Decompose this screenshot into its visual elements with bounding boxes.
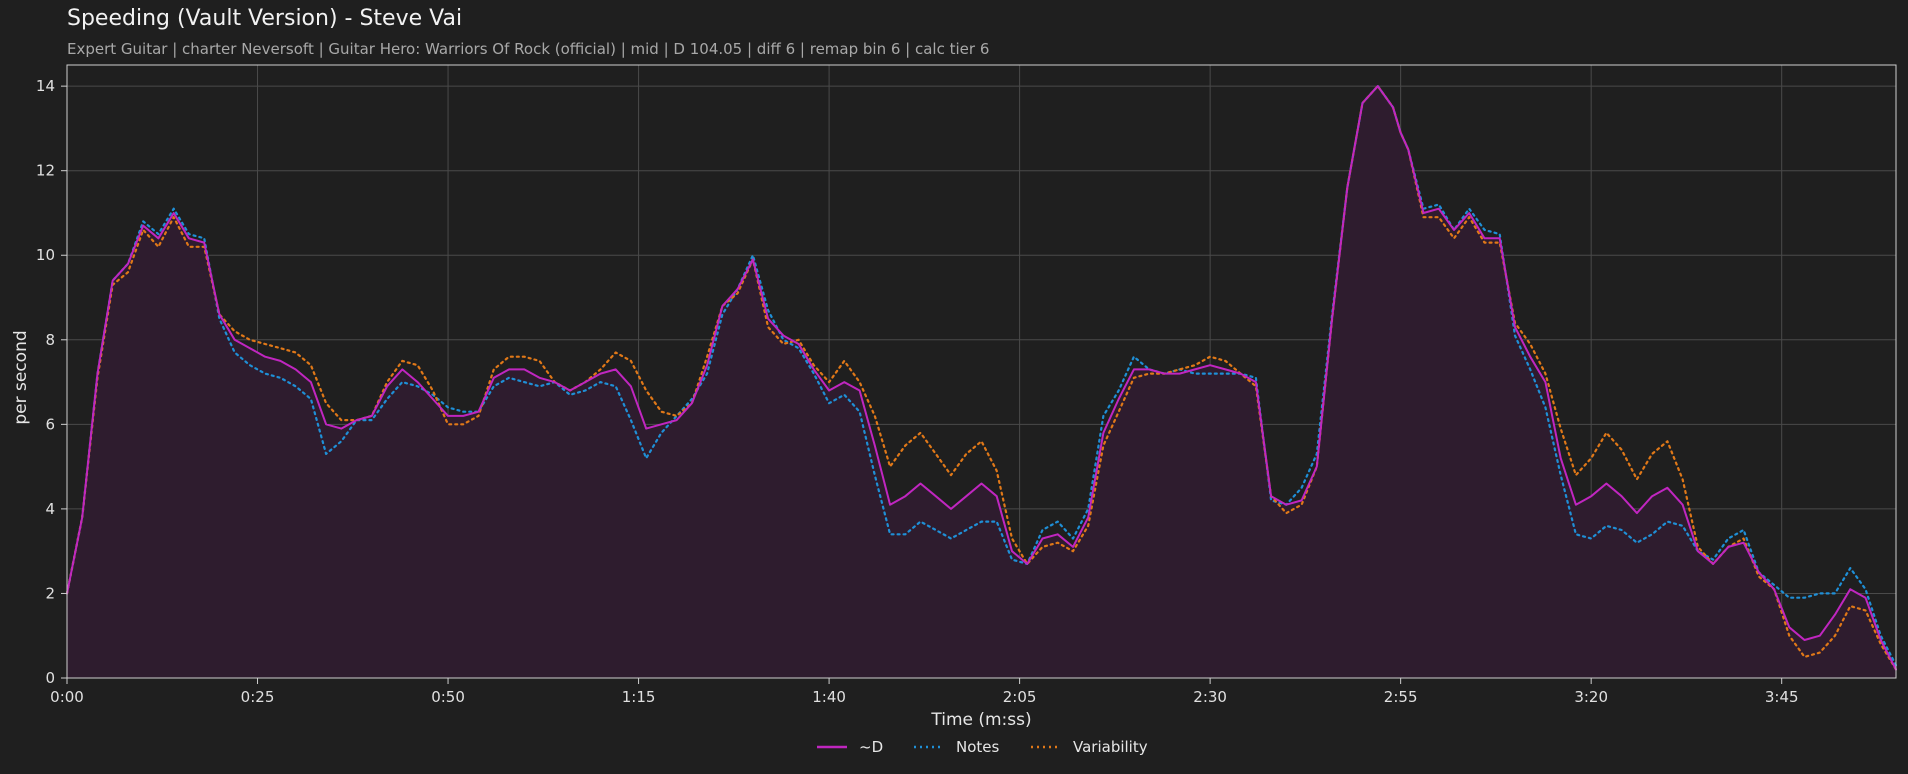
y-tick-label: 6 xyxy=(45,415,55,433)
chart-svg: 0:00 0:25 0:50 1:15 1:40 2:05 2:30 2:55 3:20 3:45… xyxy=(11,64,1898,756)
x-tick-label: 2:55 xyxy=(1384,688,1418,706)
x-tick-label: 0:50 xyxy=(431,688,465,706)
legend: ~D Notes Variability xyxy=(817,738,1148,756)
area-under-d xyxy=(67,86,1896,679)
y-axis-ticks: 0 2 4 6 8 10 12 14 xyxy=(36,77,67,687)
y-tick-label: 2 xyxy=(45,584,55,602)
x-tick-label: 2:05 xyxy=(1003,688,1037,706)
area-fill xyxy=(67,86,1896,679)
y-tick-label: 12 xyxy=(36,162,55,180)
x-tick-label: 1:15 xyxy=(622,688,656,706)
legend-label-variability: Variability xyxy=(1073,738,1148,756)
legend-label-d: ~D xyxy=(859,738,883,756)
legend-label-notes: Notes xyxy=(956,738,1000,756)
x-tick-label: 3:20 xyxy=(1574,688,1608,706)
y-tick-label: 0 xyxy=(45,669,55,687)
x-axis-label: Time (m:ss) xyxy=(930,710,1031,730)
y-tick-label: 8 xyxy=(45,331,55,349)
y-axis-label: per second xyxy=(11,330,31,424)
y-tick-label: 4 xyxy=(45,500,55,518)
x-axis-ticks: 0:00 0:25 0:50 1:15 1:40 2:05 2:30 2:55 3:20 3:45 xyxy=(50,678,1799,706)
x-tick-label: 3:45 xyxy=(1765,688,1799,706)
y-tick-label: 14 xyxy=(36,77,55,95)
x-tick-label: 0:00 xyxy=(50,688,84,706)
x-tick-label: 0:25 xyxy=(241,688,275,706)
x-tick-label: 1:40 xyxy=(812,688,846,706)
y-tick-label: 10 xyxy=(36,246,55,264)
x-tick-label: 2:30 xyxy=(1193,688,1227,706)
